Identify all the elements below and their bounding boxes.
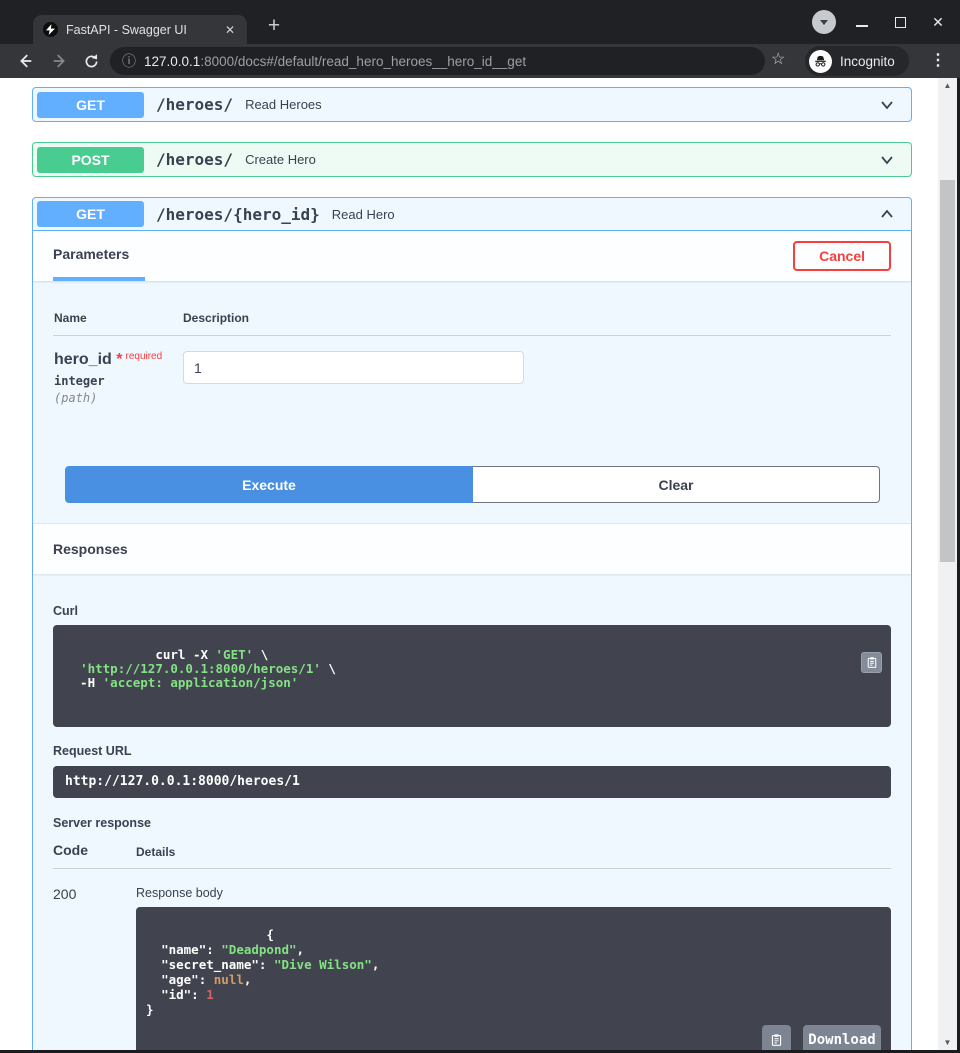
window-menu-button[interactable] — [812, 10, 836, 34]
parameters-header: Parameters Cancel — [33, 231, 911, 281]
response-table-header: Code Details — [53, 842, 891, 869]
bookmark-star-icon[interactable]: ☆ — [771, 52, 785, 68]
operation-summary[interactable]: GET /heroes/ Read Heroes — [33, 88, 911, 121]
page-content: GET /heroes/ Read Heroes POST /heroes/ C… — [0, 78, 960, 1053]
browser-window: FastAPI - Swagger UI ✕ + ✕ ⓘ 127.0.0.1:8… — [0, 0, 960, 1053]
fastapi-favicon-icon — [43, 22, 58, 37]
response-row: 200 Response body { "name": "Deadpond", … — [53, 869, 891, 1053]
details-header: Details — [136, 845, 176, 859]
reload-button[interactable] — [79, 49, 103, 73]
parameter-type: integer — [54, 374, 105, 388]
parameter-row: hero_id * required integer (path) — [53, 336, 891, 405]
copy-to-clipboard-icon[interactable] — [861, 652, 882, 673]
operation-summary[interactable]: POST /heroes/ Create Hero — [33, 143, 911, 176]
tab-strip: FastAPI - Swagger UI ✕ + ✕ — [0, 0, 960, 44]
response-body: { "name": "Deadpond", "secret_name": "Di… — [136, 907, 891, 1053]
operation-path: /heroes/{hero_id} — [156, 204, 320, 224]
method-badge: POST — [37, 146, 144, 173]
execute-button[interactable]: Execute — [65, 466, 473, 503]
method-badge: GET — [37, 91, 144, 118]
status-code: 200 — [53, 886, 77, 902]
vertical-scrollbar[interactable]: ▲ ▼ — [938, 78, 957, 1050]
copy-to-clipboard-icon[interactable] — [762, 1025, 791, 1053]
curl-label: Curl — [53, 604, 78, 618]
incognito-badge: Incognito — [805, 46, 909, 76]
column-header-name: Name — [54, 311, 87, 325]
request-url-value: http://127.0.0.1:8000/heroes/1 — [53, 766, 891, 798]
page-info-icon[interactable]: ⓘ — [122, 51, 136, 71]
operation-summary[interactable]: GET /heroes/{hero_id} Read Hero — [33, 198, 911, 231]
minimize-button[interactable] — [850, 10, 874, 34]
forward-button[interactable] — [48, 49, 72, 73]
responses-section: Curl curl -X 'GET' \ 'http://127.0.0.1:8… — [33, 574, 911, 1053]
chevron-down-icon[interactable] — [877, 95, 897, 115]
execute-row: Execute Clear — [65, 466, 880, 503]
operation-get-hero-by-id: GET /heroes/{hero_id} Read Hero Paramete… — [32, 197, 912, 1053]
method-badge: GET — [37, 201, 144, 227]
hero-id-input[interactable] — [183, 351, 524, 384]
cancel-button[interactable]: Cancel — [793, 241, 891, 271]
new-tab-button[interactable]: + — [260, 13, 288, 41]
scroll-up-icon[interactable]: ▲ — [938, 81, 957, 90]
maximize-button[interactable] — [888, 10, 912, 34]
operation-path: /heroes/ — [156, 150, 234, 169]
server-response-label: Server response — [53, 816, 151, 830]
responses-title: Responses — [33, 524, 911, 574]
url-bar[interactable]: ⓘ 127.0.0.1:8000/docs#/default/read_hero… — [110, 47, 765, 75]
operation-description: Read Hero — [331, 206, 395, 222]
column-header-description: Description — [183, 311, 250, 325]
curl-command: curl -X 'GET' \ 'http://127.0.0.1:8000/h… — [53, 625, 891, 727]
back-button[interactable] — [13, 49, 37, 73]
required-star: * — [116, 351, 123, 368]
incognito-icon — [809, 49, 832, 73]
code-header: Code — [53, 842, 88, 858]
parameter-location: (path) — [54, 391, 98, 405]
incognito-label: Incognito — [840, 53, 895, 69]
parameter-name: hero_id * required — [54, 351, 163, 368]
required-label: required — [125, 351, 163, 362]
clear-button[interactable]: Clear — [473, 466, 880, 503]
tab-close-icon[interactable]: ✕ — [221, 21, 239, 39]
request-url-label: Request URL — [53, 744, 132, 758]
operation-description: Create Hero — [245, 152, 316, 167]
browser-tab[interactable]: FastAPI - Swagger UI ✕ — [33, 15, 247, 44]
chevron-up-icon[interactable] — [877, 204, 897, 224]
url-text: 127.0.0.1:8000/docs#/default/read_hero_h… — [144, 53, 527, 69]
chevron-down-icon[interactable] — [877, 150, 897, 170]
parameters-section: Name Description hero_id * required integ… — [33, 281, 911, 405]
download-button[interactable]: Download — [803, 1025, 881, 1053]
operation-post-heroes: POST /heroes/ Create Hero — [32, 142, 912, 177]
operation-get-heroes: GET /heroes/ Read Heroes — [32, 87, 912, 122]
tab-title: FastAPI - Swagger UI — [66, 22, 187, 37]
browser-menu-icon[interactable]: ⋮ — [930, 50, 946, 70]
close-button[interactable]: ✕ — [926, 10, 950, 34]
operation-description: Read Heroes — [245, 97, 322, 112]
browser-toolbar: ⓘ 127.0.0.1:8000/docs#/default/read_hero… — [0, 44, 960, 78]
response-body-label: Response body — [136, 886, 223, 900]
operation-path: /heroes/ — [156, 95, 234, 114]
tab-parameters[interactable]: Parameters — [53, 231, 146, 281]
scroll-down-icon[interactable]: ▼ — [938, 1038, 957, 1047]
scrollbar-thumb[interactable] — [940, 180, 955, 562]
